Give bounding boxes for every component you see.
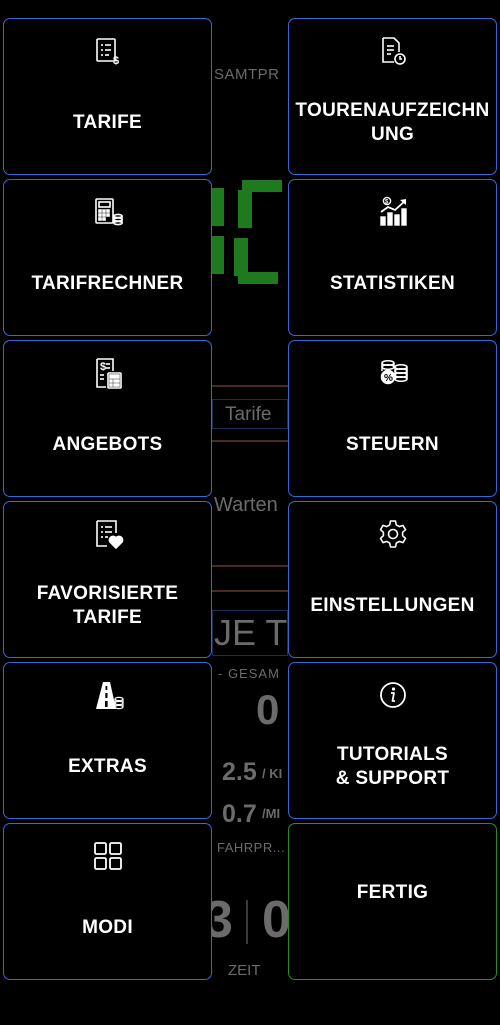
tile-label: ANGEBOTS <box>52 433 163 455</box>
tile-einstellungen[interactable]: EINSTELLUNGEN <box>288 501 497 658</box>
rate-mi-unit: /MI <box>262 806 281 821</box>
tile-tarife[interactable]: $ TARIFE <box>3 18 212 175</box>
coins-percent-icon: % <box>289 357 496 391</box>
new-tour-fragment: JE T <box>214 612 288 653</box>
gear-icon <box>289 518 496 552</box>
tile-extras[interactable]: EXTRAS <box>3 662 212 819</box>
receipt-calculator-icon: $ <box>4 357 211 391</box>
tile-label: TARIFE <box>73 111 142 133</box>
chart-growth-icon: $ <box>289 196 496 230</box>
calculator-coins-icon <box>4 196 211 230</box>
document-heart-icon <box>4 518 211 552</box>
tariff-button-bg: Tarife <box>225 404 272 425</box>
tile-label: STEUERN <box>346 433 439 455</box>
fare-label: FAHRPR... <box>217 840 286 855</box>
invoice-dollar-icon: $ <box>4 35 211 69</box>
svg-text:$: $ <box>113 55 119 67</box>
tile-modi[interactable]: MODI <box>3 823 212 980</box>
tile-label: TARIFRECHNER <box>31 272 184 294</box>
tile-label: TUTORIALS & SUPPORT <box>335 743 450 789</box>
total-price-label: SAMTPR <box>214 66 280 83</box>
tile-tutorials-support[interactable]: TUTORIALS & SUPPORT <box>288 662 497 819</box>
tile-angebots[interactable]: $ ANGEBOTS <box>3 340 212 497</box>
svg-text:$: $ <box>100 361 106 373</box>
tile-steuern[interactable]: % STEUERN <box>288 340 497 497</box>
done-label: FERTIG <box>356 881 429 903</box>
tile-statistiken[interactable]: $ STATISTIKEN <box>288 179 497 336</box>
time-label: ZEIT <box>228 962 261 979</box>
tile-label: STATISTIKEN <box>329 272 456 294</box>
tile-label: FAVORISIERTE TARIFE <box>36 582 179 628</box>
tile-label: MODI <box>82 916 133 938</box>
rate-mi-value: 0.7 <box>222 800 257 828</box>
tile-tarifrechner[interactable]: TARIFRECHNER <box>3 179 212 336</box>
total-fragment: - GESAM <box>218 666 280 681</box>
tile-label: EXTRAS <box>68 755 147 777</box>
tile-tour-recording[interactable]: TOURENAUFZEICHN UNG <box>288 18 497 175</box>
time-right-digit: 0 <box>262 891 291 949</box>
time-divider <box>246 900 248 944</box>
tile-favorite-tariffs[interactable]: FAVORISIERTE TARIFE <box>3 501 212 658</box>
svg-text:%: % <box>384 373 393 384</box>
waiting-label: Warten <box>214 494 278 516</box>
road-coins-icon <box>4 679 211 713</box>
tile-label: TOURENAUFZEICHN UNG <box>295 99 490 145</box>
done-button[interactable]: FERTIG <box>288 823 497 980</box>
tile-label: EINSTELLUNGEN <box>310 594 475 616</box>
document-clock-icon <box>289 35 496 69</box>
total-value: 0 <box>256 686 280 733</box>
speed-digit-display <box>212 180 288 285</box>
rate-km-unit: / KI <box>262 766 283 781</box>
rate-km-value: 2.5 <box>222 758 257 786</box>
info-icon <box>289 679 496 713</box>
grid-icon <box>4 840 211 874</box>
